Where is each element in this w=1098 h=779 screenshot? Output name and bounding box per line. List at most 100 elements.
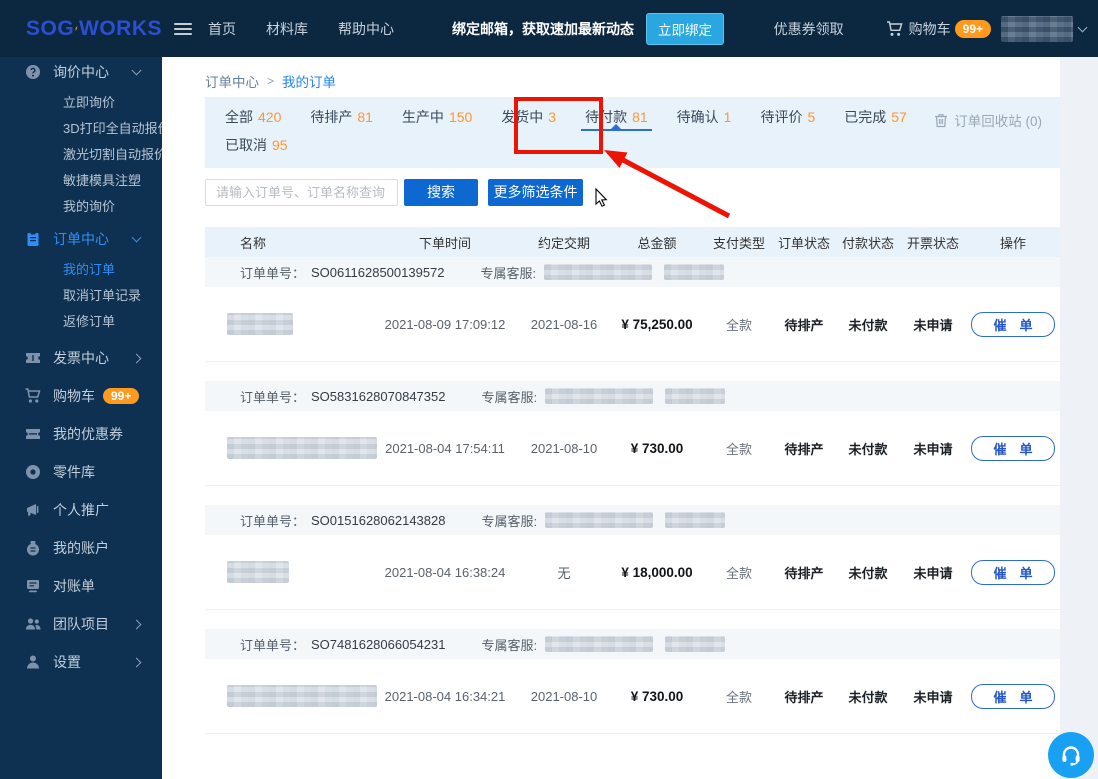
sidebar-item-personal-promotion[interactable]: 个人推广	[0, 495, 162, 525]
sidebar-item-order-center[interactable]: 订单中心	[0, 224, 162, 254]
breadcrumb-order-center[interactable]: 订单中心	[205, 71, 259, 91]
breadcrumb: 订单中心 > 我的订单	[205, 72, 1060, 90]
customer-service-label: 专属客服:	[481, 513, 538, 529]
tab-pending-confirmation[interactable]: 待确认 1	[677, 103, 732, 131]
sogaworks-logo[interactable]: SOG WORKS	[0, 17, 162, 41]
order-time: 2021-08-09 17:09:12	[384, 316, 506, 332]
order-status: 待排产	[784, 565, 824, 581]
order-row[interactable]: 2021-08-04 17:54:11 2021-08-10 ¥ 730.00 …	[205, 411, 1060, 486]
sidebar-item-team-projects[interactable]: 团队项目	[0, 609, 162, 639]
order-header: 订单单号： SO0151628062143828 专属客服:	[205, 505, 1060, 535]
nav-item-materials[interactable]: 材料库	[266, 19, 308, 39]
sidebar-label: 对账单	[53, 578, 95, 594]
cart-icon	[25, 388, 41, 403]
invoice-ticket-icon	[26, 353, 40, 363]
order-no-label: 订单单号：	[240, 637, 306, 653]
urge-order-button[interactable]: 催 单	[971, 435, 1055, 461]
username-blurred[interactable]	[1001, 15, 1073, 42]
sidebar-label: 团队项目	[53, 616, 109, 632]
coupon-claim-link[interactable]: 优惠券领取	[774, 19, 844, 39]
urge-order-button[interactable]: 催 单	[971, 311, 1055, 337]
sidebar-item-my-coupons[interactable]: 我的优惠券	[0, 419, 162, 449]
order-recycle-bin[interactable]: 订单回收站 (0)	[934, 110, 1042, 130]
customer-service-label: 专属客服:	[480, 265, 537, 281]
left-sidebar: 询价中心 立即询价 3D打印全自动报价 激光切割自动报价 敏捷模具注塑 我的询价…	[0, 57, 162, 779]
order-status: 待排产	[784, 689, 824, 705]
hamburger-menu-icon[interactable]	[174, 20, 192, 38]
tab-in-production[interactable]: 生产中 150	[402, 103, 472, 131]
order-row[interactable]: 2021-08-09 17:09:12 2021-08-16 ¥ 75,250.…	[205, 287, 1060, 362]
chevron-right-icon	[131, 353, 142, 363]
sidebar-label: 设置	[53, 654, 81, 670]
more-filters-button[interactable]: 更多筛选条件	[488, 178, 583, 206]
sidebar-label: 询价中心	[53, 64, 109, 80]
urge-order-button[interactable]: 催 单	[971, 683, 1055, 709]
sidebar-item-invoice-center[interactable]: 发票中心	[0, 343, 162, 373]
column-header-delivery-date: 约定交期	[537, 235, 590, 251]
sidebar-item-parts-library[interactable]: 零件库	[0, 457, 162, 487]
sidebar-item-laser-cut-quote[interactable]: 激光切割自动报价	[0, 142, 162, 168]
lightning-bolt-icon	[75, 26, 78, 31]
tab-pending-scheduling[interactable]: 待排产 81	[310, 103, 373, 131]
customer-service-blurred	[664, 264, 725, 280]
customer-service-blurred	[665, 388, 726, 404]
search-input[interactable]	[205, 178, 398, 206]
nav-cart[interactable]: 购物车 99+	[886, 19, 1001, 39]
invoice-status: 未申请	[913, 689, 953, 705]
customer-service-blurred	[545, 636, 654, 652]
delivery-date: 2021-08-16	[530, 316, 598, 332]
order-status: 待排产	[784, 317, 824, 333]
sidebar-item-repair-orders[interactable]: 返修订单	[0, 309, 162, 335]
order-name-blurred	[227, 313, 293, 335]
sidebar-item-statement[interactable]: 对账单	[0, 571, 162, 601]
bind-now-button[interactable]: 立即绑定	[646, 12, 724, 45]
tab-all[interactable]: 全部 420	[225, 103, 281, 131]
order-row[interactable]: 2021-08-04 16:34:21 2021-08-10 ¥ 730.00 …	[205, 659, 1060, 734]
breadcrumb-my-orders[interactable]: 我的订单	[282, 71, 336, 91]
payment-status: 未付款	[848, 441, 888, 457]
tab-pending-review[interactable]: 待评价 5	[760, 103, 815, 131]
nav-item-help-center[interactable]: 帮助中心	[338, 19, 394, 39]
sidebar-item-quote-now[interactable]: 立即询价	[0, 90, 162, 116]
tab-shipping[interactable]: 发货中 3	[501, 103, 556, 131]
statement-document-icon	[27, 580, 39, 593]
sidebar-cart-badge: 99+	[103, 388, 140, 404]
top-navbar: SOG WORKS 首页 材料库 帮助中心 绑定邮箱，获取速加最新动态 立即绑定…	[0, 0, 1098, 57]
account-wallet-icon	[27, 541, 39, 556]
sidebar-item-settings[interactable]: 设置	[0, 647, 162, 677]
order-clipboard-icon	[27, 231, 39, 246]
tab-completed[interactable]: 已完成 57	[844, 103, 907, 131]
team-people-icon	[25, 618, 41, 630]
order-name-blurred	[227, 685, 377, 707]
search-button[interactable]: 搜索	[404, 178, 478, 206]
nav-item-home[interactable]: 首页	[208, 19, 236, 39]
order-no-label: 订单单号：	[240, 265, 306, 281]
sidebar-item-cancelled-orders[interactable]: 取消订单记录	[0, 283, 162, 309]
cart-icon	[886, 20, 903, 36]
column-header-invoice-status: 开票状态	[906, 235, 959, 251]
sidebar-item-my-account[interactable]: 我的账户	[0, 533, 162, 563]
delivery-date: 无	[557, 565, 571, 581]
search-toolbar: 搜索 更多筛选条件	[205, 178, 1060, 206]
column-header-order-time: 下单时间	[418, 235, 471, 251]
order-number: SO0151628062143828	[311, 512, 446, 528]
tab-cancelled[interactable]: 已取消 95	[225, 131, 288, 159]
customer-service-blurred	[544, 264, 653, 280]
sidebar-item-my-orders[interactable]: 我的订单	[0, 257, 162, 283]
order-no-label: 订单单号：	[240, 389, 306, 405]
order-row[interactable]: 2021-08-04 16:38:24 无 ¥ 18,000.00 全款 待排产…	[205, 535, 1060, 610]
sidebar-label: 个人推广	[53, 502, 109, 518]
sidebar-item-cart[interactable]: 购物车 99+	[0, 381, 162, 411]
sidebar-item-rapid-mold[interactable]: 敏捷模具注塑	[0, 168, 162, 194]
payment-status: 未付款	[848, 689, 888, 705]
customer-service-chat-button[interactable]	[1048, 732, 1094, 778]
main-content: 订单中心 > 我的订单 全部 420 待排产 81 生产中 150 发货中 3 待付款	[162, 57, 1060, 779]
sidebar-item-3d-print-quote[interactable]: 3D打印全自动报价	[0, 116, 162, 142]
order-time: 2021-08-04 16:38:24	[384, 564, 506, 580]
sidebar-item-inquiry-center[interactable]: 询价中心	[0, 57, 162, 87]
sidebar-item-my-inquiries[interactable]: 我的询价	[0, 194, 162, 220]
urge-order-button[interactable]: 催 单	[971, 559, 1055, 585]
order-number: SO7481628066054231	[311, 636, 446, 652]
payment-type: 全款	[725, 317, 752, 333]
tab-pending-payment[interactable]: 待付款 81	[581, 103, 652, 131]
